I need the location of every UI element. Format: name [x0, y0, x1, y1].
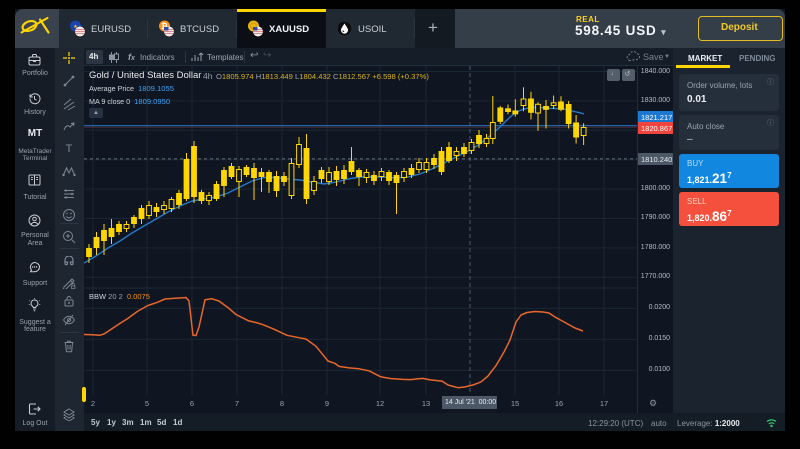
svg-text:T: T [66, 143, 73, 155]
